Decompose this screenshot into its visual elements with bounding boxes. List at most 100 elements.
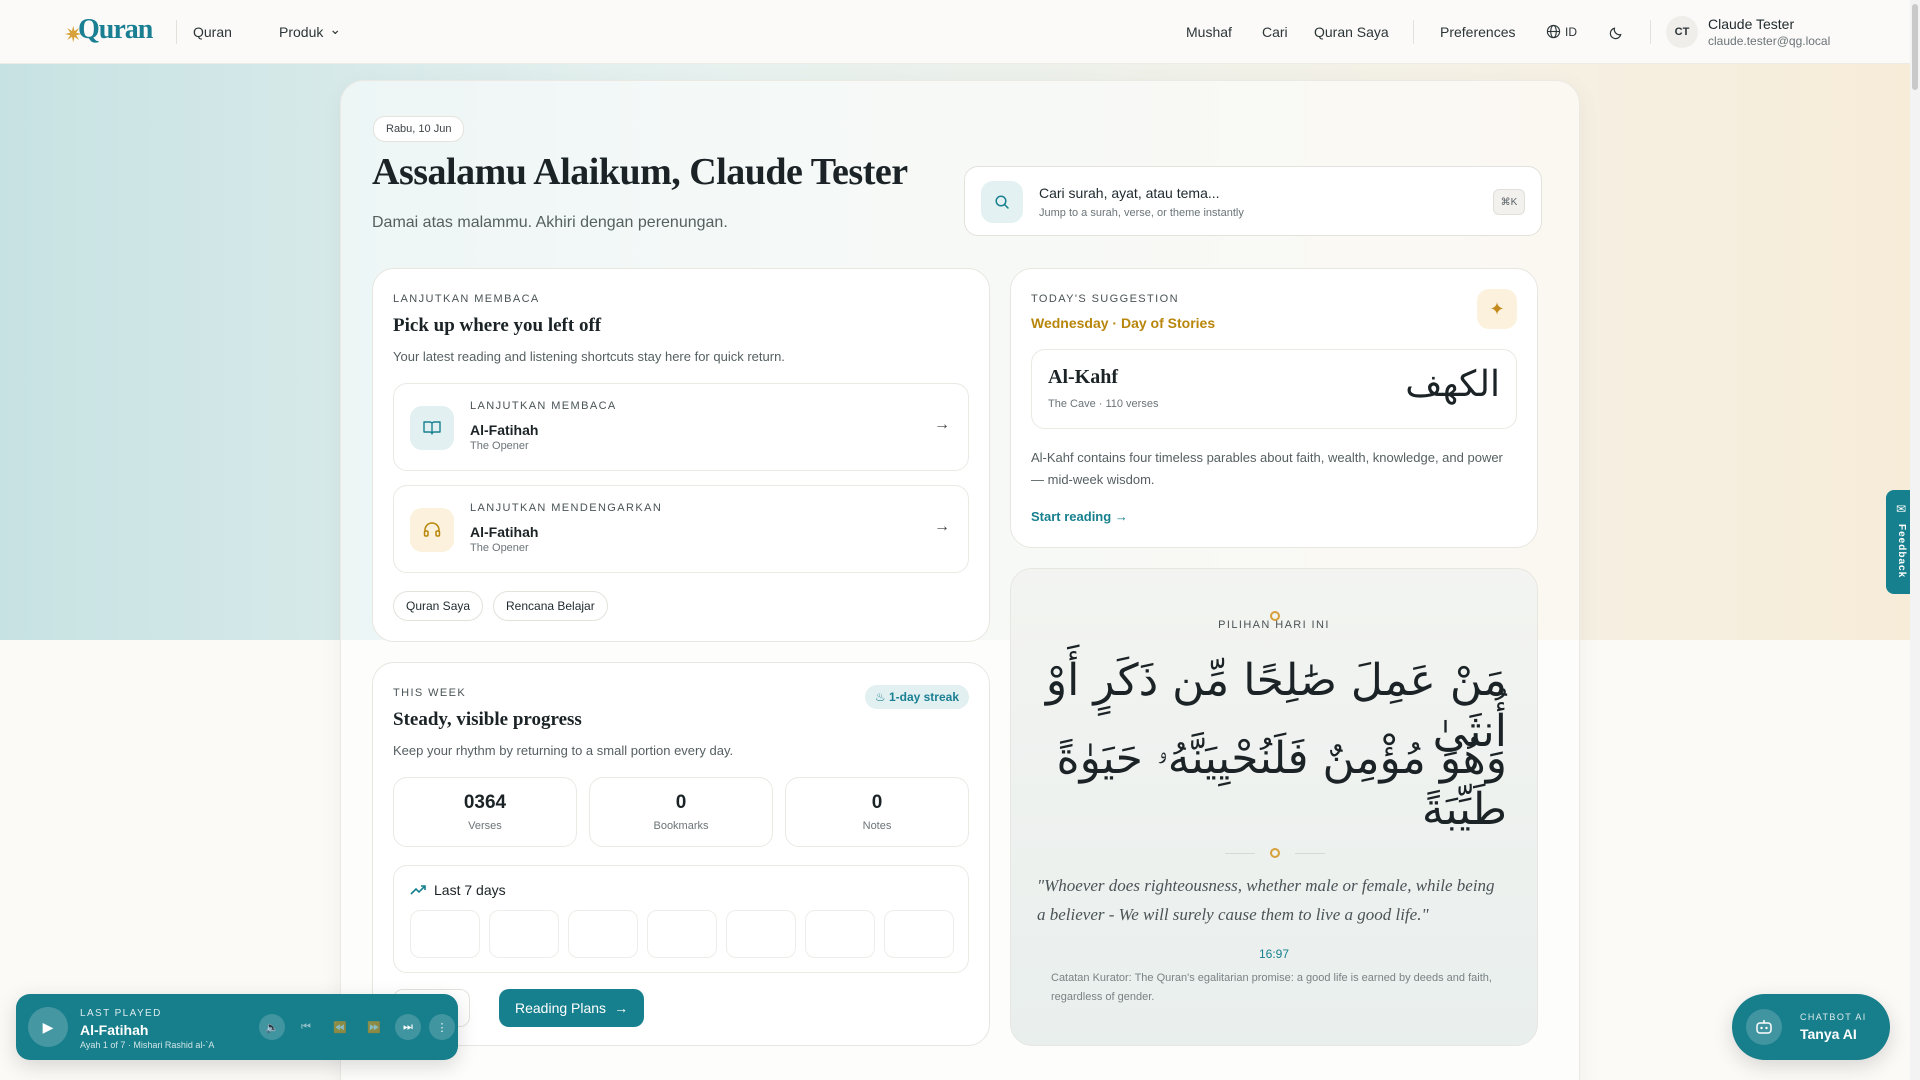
suggestion-description: Al-Kahf contains four timeless parables … <box>1031 450 1503 487</box>
panel-description: Keep your rhythm by returning to a small… <box>393 743 734 758</box>
surah-name: Al-Kahf <box>1048 366 1118 388</box>
curator-note: Catatan Kurator: The Quran's egalitarian… <box>1051 972 1492 1003</box>
page-title: Assalamu Alaikum, Claude Tester <box>372 151 908 193</box>
start-reading-label: Start reading <box>1031 509 1112 524</box>
weekly-progress-panel: THIS WEEK Steady, visible progress Keep … <box>372 662 990 1046</box>
nav-link-quran[interactable]: Quran <box>193 24 232 40</box>
message-icon: ✉ <box>1896 502 1907 516</box>
stat-label: Bookmarks <box>653 820 709 832</box>
reading-plans-button[interactable]: Reading Plans → <box>499 989 645 1027</box>
verse-reference-link[interactable]: 16:97 <box>1011 947 1537 961</box>
logo-text: Quran <box>78 14 153 45</box>
arrow-right-icon: → <box>934 518 950 535</box>
sparkles-icon[interactable]: ✦ <box>1477 289 1517 329</box>
chatbot-label: Tanya AI <box>1800 1026 1857 1042</box>
nav-link-mushaf[interactable]: Mushaf <box>1186 24 1232 40</box>
nav-divider <box>1650 20 1651 44</box>
stat-bookmarks: 0 Bookmarks <box>589 777 773 847</box>
arrow-right-icon: → <box>614 1000 629 1016</box>
streak-badge: ♨ 1-day streak <box>864 685 969 709</box>
surah-arabic-name: الكهف <box>1405 364 1500 405</box>
skip-next-icon[interactable]: ⏭ <box>395 1014 421 1040</box>
verse-of-the-day-panel: PILIHAN HARI INI مَنْ عَمِلَ صَٰلِحًا مِ… <box>1010 568 1538 1046</box>
ornament-line <box>1225 853 1255 854</box>
panel-description: Your latest reading and listening shortc… <box>393 349 785 364</box>
chatbot-eyebrow: CHATBOT AI <box>1800 1012 1867 1022</box>
flame-icon: ♨ <box>874 690 886 704</box>
trending-up-icon <box>410 885 426 895</box>
language-code: ID <box>1565 24 1577 39</box>
item-surah-subtitle: The Opener <box>470 440 529 452</box>
nav-link-quran-saya[interactable]: Quran Saya <box>1314 24 1389 40</box>
globe-icon <box>1546 24 1561 39</box>
arrow-right-icon: → <box>934 416 950 433</box>
stat-verses: 0364 Verses <box>393 777 577 847</box>
page-subtitle: Damai atas malammu. Akhiri dengan perenu… <box>372 214 728 231</box>
player-eyebrow: LAST PLAYED <box>80 1008 162 1019</box>
day-box <box>489 910 559 958</box>
search-hint: Jump to a surah, verse, or theme instant… <box>1039 207 1244 219</box>
user-avatar[interactable]: CT <box>1666 16 1698 48</box>
panel-eyebrow: TODAY'S SUGGESTION <box>1031 293 1179 305</box>
chip-rencana-belajar[interactable]: Rencana Belajar <box>493 591 608 621</box>
suggestion-day: Wednesday · Day of Stories <box>1031 315 1216 331</box>
user-email: claude.tester@qg.local <box>1708 34 1831 48</box>
search-placeholder: Cari surah, ayat, atau tema... <box>1039 185 1220 201</box>
panel-eyebrow: THIS WEEK <box>393 687 467 699</box>
more-options-icon[interactable]: ⋮ <box>429 1014 455 1040</box>
play-button[interactable]: ▶ <box>28 1007 68 1047</box>
continue-listening-item[interactable]: LANJUTKAN MENDENGARKAN Al-Fatihah The Op… <box>393 485 969 573</box>
ornament-dot <box>1270 848 1280 858</box>
continue-reading-panel: LANJUTKAN MEMBACA Pick up where you left… <box>372 268 990 642</box>
suggested-surah-card[interactable]: Al-Kahf The Cave · 110 verses الكهف <box>1031 349 1517 429</box>
day-box <box>410 910 480 958</box>
app-logo[interactable]: ✷ Quran <box>64 14 164 50</box>
day-box <box>884 910 954 958</box>
nav-divider <box>176 20 177 44</box>
start-reading-link[interactable]: Start reading → <box>1031 509 1128 524</box>
player-track-info: Ayah 1 of 7 · Mishari Rashid al-`A <box>80 1040 215 1050</box>
theme-toggle-moon-icon[interactable] <box>1606 22 1626 42</box>
skip-previous-icon[interactable]: ⏮ <box>293 1014 319 1040</box>
user-name[interactable]: Claude Tester <box>1708 16 1794 32</box>
day-box <box>647 910 717 958</box>
stat-label: Notes <box>862 820 892 832</box>
streak-label: 1-day streak <box>888 690 959 704</box>
page-scrollbar[interactable] <box>1910 0 1920 1080</box>
reading-plans-label: Reading Plans <box>515 1000 607 1016</box>
panel-eyebrow: LANJUTKAN MEMBACA <box>393 293 540 305</box>
continue-reading-item[interactable]: LANJUTKAN MEMBACA Al-Fatihah The Opener … <box>393 383 969 471</box>
item-surah-name: Al-Fatihah <box>470 422 539 438</box>
item-surah-subtitle: The Opener <box>470 542 529 554</box>
nav-link-cari[interactable]: Cari <box>1262 24 1288 40</box>
last-7-days-label: Last 7 days <box>434 882 506 898</box>
volume-icon[interactable]: 🔈 <box>259 1014 285 1040</box>
fast-forward-icon[interactable]: ⏩ <box>361 1014 387 1040</box>
scrollbar-thumb[interactable] <box>1912 4 1918 90</box>
player-track-name: Al-Fatihah <box>80 1022 149 1038</box>
arrow-right-icon: → <box>1114 509 1128 524</box>
book-open-icon <box>410 406 454 450</box>
verse-translation: "Whoever does righteousness, whether mal… <box>1037 876 1495 924</box>
item-eyebrow: LANJUTKAN MEMBACA <box>470 400 617 412</box>
language-switcher[interactable]: ID <box>1546 24 1577 39</box>
audio-player: ▶ LAST PLAYED Al-Fatihah Ayah 1 of 7 · M… <box>16 994 458 1060</box>
date-badge: Rabu, 10 Jun <box>373 116 465 142</box>
rewind-icon[interactable]: ⏪ <box>327 1014 353 1040</box>
stat-value: 0 <box>871 792 883 813</box>
stat-value: 0364 <box>463 792 507 813</box>
surah-subtitle: The Cave · 110 verses <box>1048 398 1159 410</box>
panel-title: Steady, visible progress <box>393 709 582 730</box>
search-input[interactable]: Cari surah, ayat, atau tema... Jump to a… <box>964 166 1542 236</box>
nav-link-preferences[interactable]: Preferences <box>1440 24 1515 40</box>
chip-quran-saya[interactable]: Quran Saya <box>393 591 484 621</box>
feedback-label: Feedback <box>1896 524 1907 579</box>
ornament-line <box>1295 853 1325 854</box>
nav-dropdown-produk[interactable]: Produk <box>279 24 341 41</box>
top-navigation: ✷ Quran Quran Produk Mushaf Cari Quran S… <box>0 0 1920 64</box>
stat-value: 0 <box>675 792 687 813</box>
panel-eyebrow: PILIHAN HARI INI <box>1218 619 1330 631</box>
last-7-days-chart: Last 7 days <box>393 865 969 973</box>
chatbot-ai-button[interactable]: CHATBOT AI Tanya AI <box>1732 994 1890 1060</box>
headphones-icon <box>410 508 454 552</box>
